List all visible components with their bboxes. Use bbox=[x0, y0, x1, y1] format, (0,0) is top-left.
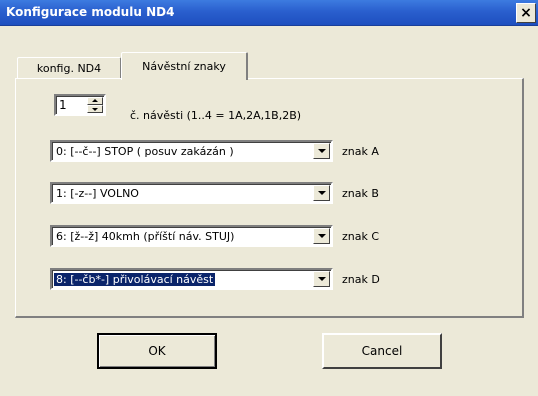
znak-a-label: znak A bbox=[342, 145, 379, 158]
navest-number-spinner[interactable]: 1 bbox=[54, 94, 106, 116]
spinner-label: č. návěsti (1..4 = 1A,2A,1B,2B) bbox=[130, 109, 302, 122]
tab-navestni-znaky[interactable]: Návěstní znaky bbox=[121, 52, 248, 80]
tab-label: Návěstní znaky bbox=[142, 60, 226, 73]
znak-c-select[interactable]: 6: [ž--ž] 40kmh (příští náv. STUJ) bbox=[50, 225, 333, 247]
spin-up-arrow-icon[interactable] bbox=[87, 97, 103, 105]
title-bar: Konfigurace modulu ND4 × bbox=[0, 0, 538, 26]
spinner-value: 1 bbox=[59, 98, 67, 112]
dropdown-arrow-icon[interactable] bbox=[313, 143, 330, 159]
dropdown-arrow-icon[interactable] bbox=[313, 271, 330, 287]
spin-down-arrow-icon[interactable] bbox=[87, 105, 103, 113]
tab-label: konfig. ND4 bbox=[36, 62, 102, 75]
dropdown-arrow-icon[interactable] bbox=[313, 228, 330, 244]
spinner-buttons bbox=[87, 97, 103, 113]
ok-button-label: OK bbox=[148, 344, 166, 358]
znak-d-label: znak D bbox=[342, 273, 380, 286]
select-value: 0: [--č--] STOP ( posuv zakázán ) bbox=[56, 145, 234, 158]
select-value: 8: [--čb*-] přivolávací návěst bbox=[54, 273, 216, 286]
znak-d-select[interactable]: 8: [--čb*-] přivolávací návěst bbox=[50, 268, 333, 290]
znak-b-label: znak B bbox=[342, 187, 379, 200]
znak-a-select[interactable]: 0: [--č--] STOP ( posuv zakázán ) bbox=[50, 140, 333, 162]
select-value: 6: [ž--ž] 40kmh (příští náv. STUJ) bbox=[56, 230, 235, 243]
dropdown-arrow-icon[interactable] bbox=[313, 185, 330, 201]
znak-c-label: znak C bbox=[342, 230, 380, 243]
ok-button[interactable]: OK bbox=[97, 333, 217, 369]
cancel-button[interactable]: Cancel bbox=[322, 333, 442, 369]
close-button[interactable]: × bbox=[516, 3, 536, 23]
tab-konfig-nd4[interactable]: konfig. ND4 bbox=[17, 57, 121, 79]
window-title: Konfigurace modulu ND4 bbox=[6, 5, 175, 19]
close-icon: × bbox=[520, 5, 532, 21]
cancel-button-label: Cancel bbox=[361, 344, 403, 358]
znak-b-select[interactable]: 1: [-z--] VOLNO bbox=[50, 182, 333, 204]
select-value: 1: [-z--] VOLNO bbox=[56, 187, 139, 200]
